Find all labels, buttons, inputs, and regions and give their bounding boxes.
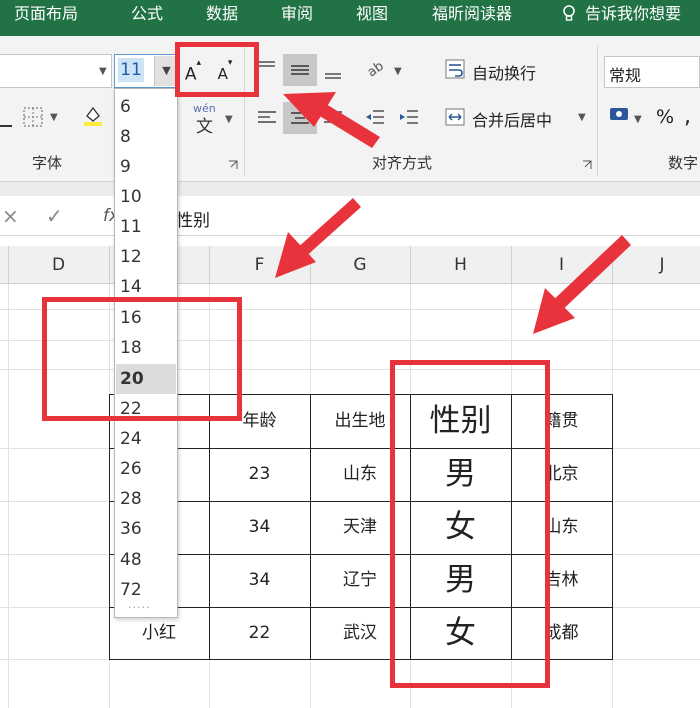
borders-dropdown-icon[interactable]: ▼	[50, 112, 58, 123]
table-cell[interactable]: 34	[209, 501, 310, 554]
formula-content[interactable]: 性别	[176, 206, 210, 231]
align-middle-icon	[291, 65, 309, 75]
phonetic-guide-button[interactable]: 文	[196, 112, 213, 137]
font-size-option[interactable]: 26	[116, 454, 176, 484]
font-size-option[interactable]: 10	[116, 182, 176, 212]
merge-center-icon	[445, 108, 465, 126]
column-header-i[interactable]: I	[511, 246, 612, 284]
table-cell[interactable]: 34	[209, 554, 310, 607]
orientation-icon[interactable]: ab	[364, 56, 386, 78]
group-label-font: 字体	[32, 154, 63, 172]
align-left-icon[interactable]	[256, 106, 278, 128]
increase-indent-icon[interactable]	[398, 106, 420, 128]
arrow-head	[533, 288, 575, 334]
underline-icon[interactable]	[0, 106, 12, 128]
column-separator[interactable]	[209, 246, 210, 284]
font-size-option[interactable]: 36	[116, 514, 176, 544]
table-cell[interactable]: 23	[209, 448, 310, 501]
orientation-dropdown-icon[interactable]: ▼	[394, 66, 402, 77]
font-size-option[interactable]: 12	[116, 242, 176, 272]
confirm-formula-button[interactable]: ✓	[46, 204, 63, 228]
table-border	[612, 394, 613, 659]
column-header-h[interactable]: H	[410, 246, 511, 284]
group-label-number: 数字	[668, 154, 699, 172]
menu-formulas[interactable]: 公式	[131, 0, 163, 36]
column-separator[interactable]	[109, 246, 110, 284]
column-separator[interactable]	[310, 246, 311, 284]
column-separator[interactable]	[8, 246, 9, 284]
merge-center-button[interactable]: 合并后居中	[472, 107, 552, 131]
fill-color-icon[interactable]	[82, 104, 104, 126]
table-cell[interactable]: 22	[209, 607, 310, 659]
menu-page-layout[interactable]: 页面布局	[14, 0, 78, 36]
wrap-text-icon	[445, 59, 465, 79]
align-center-icon	[291, 112, 309, 124]
decrease-indent-icon[interactable]	[364, 106, 386, 128]
accounting-format-icon[interactable]	[608, 104, 630, 126]
font-size-option[interactable]: 8	[116, 122, 176, 152]
column-separator[interactable]	[612, 246, 613, 284]
accounting-dropdown-icon[interactable]: ▼	[634, 114, 642, 125]
group-label-alignment: 对齐方式	[372, 154, 433, 172]
percent-style-button[interactable]: %	[656, 106, 674, 128]
menu-data[interactable]: 数据	[206, 0, 238, 36]
font-size-option[interactable]: 9	[116, 152, 176, 182]
menu-review[interactable]: 审阅	[281, 0, 313, 36]
font-size-option[interactable]: 48	[116, 545, 176, 575]
comma-style-button[interactable]: ,	[684, 104, 691, 129]
lightbulb-icon	[563, 5, 575, 21]
svg-text:ab: ab	[365, 59, 386, 78]
align-top-icon[interactable]	[256, 58, 278, 80]
highlight-box-size-20	[42, 297, 242, 421]
font-size-option[interactable]: 24	[116, 424, 176, 454]
tell-me-search[interactable]: 告诉我你想要	[585, 0, 681, 36]
menu-view[interactable]: 视图	[356, 0, 388, 36]
chevron-down-icon[interactable]: ▼	[99, 66, 107, 77]
ribbon-separator	[597, 46, 598, 176]
phonetic-dropdown-icon[interactable]: ▼	[225, 114, 233, 125]
menu-foxit-reader[interactable]: 福昕阅读器	[432, 0, 512, 36]
column-header-g[interactable]: G	[310, 246, 410, 284]
cancel-formula-button[interactable]: ×	[2, 204, 19, 228]
highlight-box-font-size-buttons	[175, 42, 259, 97]
dropdown-resize-grip[interactable]: .....	[128, 598, 150, 611]
align-bottom-icon[interactable]	[322, 60, 344, 82]
column-separator[interactable]	[410, 246, 411, 284]
font-size-input[interactable]: 11	[118, 58, 144, 82]
column-separator[interactable]	[511, 246, 512, 284]
alignment-dialog-launcher-icon[interactable]	[582, 160, 592, 170]
font-size-option[interactable]: 6	[116, 92, 176, 122]
column-header-d[interactable]: D	[8, 246, 109, 284]
font-name-box[interactable]	[0, 54, 112, 88]
column-header-j[interactable]: J	[612, 246, 700, 284]
font-dialog-launcher-icon[interactable]	[228, 160, 238, 170]
wrap-text-button[interactable]: 自动换行	[472, 60, 536, 84]
number-format-value[interactable]: 常规	[609, 62, 641, 86]
grid-line	[8, 284, 9, 708]
font-size-option[interactable]: 11	[116, 212, 176, 242]
merge-dropdown-icon[interactable]: ▼	[578, 112, 586, 123]
borders-icon[interactable]	[22, 106, 44, 128]
align-right-icon[interactable]	[322, 106, 344, 128]
ribbon-gap	[0, 182, 700, 196]
font-size-option[interactable]: 28	[116, 484, 176, 514]
highlight-box-gender-column	[390, 360, 550, 688]
column-header-f[interactable]: F	[209, 246, 310, 284]
